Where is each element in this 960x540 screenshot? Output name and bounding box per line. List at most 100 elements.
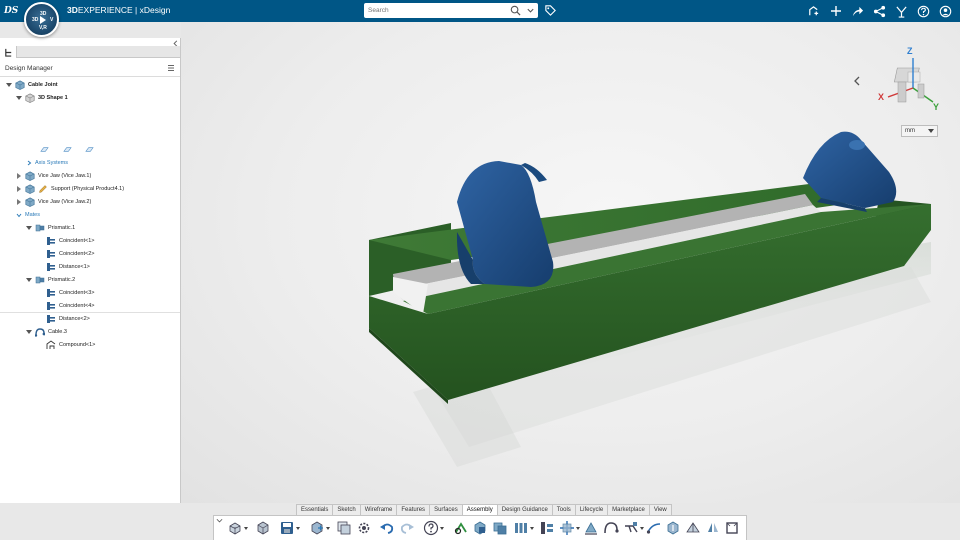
clash-button[interactable] [664,519,682,537]
tab-tools[interactable]: Tools [551,504,576,515]
tree-node-label: Support (Physical Product4.1) [51,185,125,192]
compound-icon [46,339,56,349]
tree-node-vice-jaw-1[interactable]: Vice Jaw (Vice Jaw.1) [16,170,91,181]
tag-icon[interactable] [544,4,557,17]
chevron-down-icon[interactable] [526,6,535,15]
tree-node-label: Compound<1> [59,341,96,348]
network-icon[interactable] [871,3,888,19]
plane-xy-icon[interactable] [40,145,49,154]
tree-node-3d-shape[interactable]: 3D Shape 1 [16,92,68,103]
expand-down-icon[interactable] [6,82,12,88]
tree-node-distance-2[interactable]: Distance<2> [46,313,90,324]
chevron-down-icon[interactable] [216,518,223,524]
tab-lifecycle[interactable]: Lifecycle [574,504,609,515]
tab-view[interactable]: View [648,504,672,515]
tree-node-cable-joint[interactable]: Cable Joint [6,79,58,90]
save-button[interactable] [278,519,300,537]
search-box[interactable] [364,3,538,18]
expand-down-icon[interactable] [16,212,22,218]
menu-icon[interactable] [167,64,175,72]
tab-design-guidance[interactable]: Design Guidance [496,504,553,515]
plus-icon[interactable] [827,3,844,19]
tree-node-label: Coincident<2> [59,250,95,257]
constraint-icon [47,301,55,310]
move-button[interactable] [558,519,580,537]
compass-east-label[interactable]: V [50,17,53,23]
expand-right-icon[interactable] [26,160,32,166]
cable-button[interactable] [602,519,620,537]
harness-button[interactable] [622,519,644,537]
tree-node-coincident-4[interactable]: Coincident<4> [46,300,94,311]
expand-down-icon[interactable] [26,277,32,283]
tree-node-coincident-3[interactable]: Coincident<3> [46,287,94,298]
tree-node-prismatic-2[interactable]: Prismatic.2 [26,274,75,285]
redo-button[interactable] [398,519,416,537]
plane-zx-icon[interactable] [85,145,94,154]
help-button[interactable] [422,519,444,537]
compass-west-label[interactable]: 3D [32,17,38,23]
search-input[interactable] [368,5,503,16]
pattern-button[interactable] [512,519,534,537]
collaborate-icon[interactable] [893,3,910,19]
tab-surfaces[interactable]: Surfaces [429,504,463,515]
cable-joint-model[interactable] [181,22,960,503]
undo-button[interactable] [378,519,396,537]
tree-node-mates[interactable]: Mates [16,209,40,220]
tab-sketch[interactable]: Sketch [332,504,361,515]
tree-node-prismatic-1[interactable]: Prismatic.1 [26,222,75,233]
compass-widget[interactable]: 3D 3D V V,R [24,2,59,37]
add-content-icon[interactable] [805,3,822,19]
collection-button[interactable] [335,519,353,537]
user-icon[interactable] [937,3,954,19]
symmetry-button[interactable] [704,519,722,537]
expand-right-icon[interactable] [16,185,22,192]
route-button[interactable] [645,519,663,537]
tree-node-coincident-2[interactable]: Coincident<2> [46,248,94,259]
tree-tab[interactable] [0,46,17,58]
tree-node-distance-1[interactable]: Distance<1> [46,261,90,272]
plane-yz-icon[interactable] [63,145,72,154]
tab-wireframe[interactable]: Wireframe [359,504,398,515]
tree-node-vice-jaw-2[interactable]: Vice Jaw (Vice Jaw.2) [16,196,91,207]
expand-right-icon[interactable] [16,198,22,205]
mate-button[interactable] [452,519,470,537]
mate-icon [35,276,45,283]
explode-button[interactable] [538,519,556,537]
expand-down-icon[interactable] [16,95,22,101]
3d-viewport[interactable]: Z X Y mm [181,22,960,503]
expand-down-icon[interactable] [26,225,32,231]
share-icon[interactable] [849,3,866,19]
play-icon[interactable] [40,16,46,24]
flexible-button[interactable] [582,519,600,537]
tree-node-coincident-1[interactable]: Coincident<1> [46,235,94,246]
compass-south-label[interactable]: V,R [39,25,47,31]
help-icon [423,520,439,536]
vice-jaw-left[interactable] [456,161,554,287]
compose-button[interactable] [308,519,330,537]
tree-node-support[interactable]: Support (Physical Product4.1) [16,183,124,194]
tab-essentials[interactable]: Essentials [296,504,334,515]
duplicate-button[interactable] [491,519,509,537]
tree-node-label: Coincident<3> [59,289,95,296]
help-icon[interactable] [915,3,932,19]
tree-node-axis-systems[interactable]: Axis Systems [26,157,68,168]
chevron-left-icon[interactable] [852,75,862,87]
expand-down-icon[interactable] [26,329,32,335]
shape-button[interactable] [254,519,272,537]
tab-assembly[interactable]: Assembly [461,504,498,515]
fix-button[interactable] [471,519,489,537]
settings-button[interactable] [355,519,373,537]
assembly-icon [15,79,25,90]
expand-right-icon[interactable] [16,172,22,179]
axis-triad[interactable]: Z X Y [878,46,948,116]
search-icon[interactable] [510,5,521,16]
section-button[interactable] [684,519,702,537]
tree-node-cable-3[interactable]: Cable.3 [26,326,67,337]
frame-button[interactable] [723,519,741,537]
units-dropdown[interactable]: mm [901,125,938,137]
tab-marketplace[interactable]: Marketplace [607,504,650,515]
tab-features[interactable]: Features [396,504,431,515]
chevron-down-icon [928,129,934,133]
insert-button[interactable] [226,519,248,537]
tree-node-compound-1[interactable]: Compound<1> [46,339,95,350]
